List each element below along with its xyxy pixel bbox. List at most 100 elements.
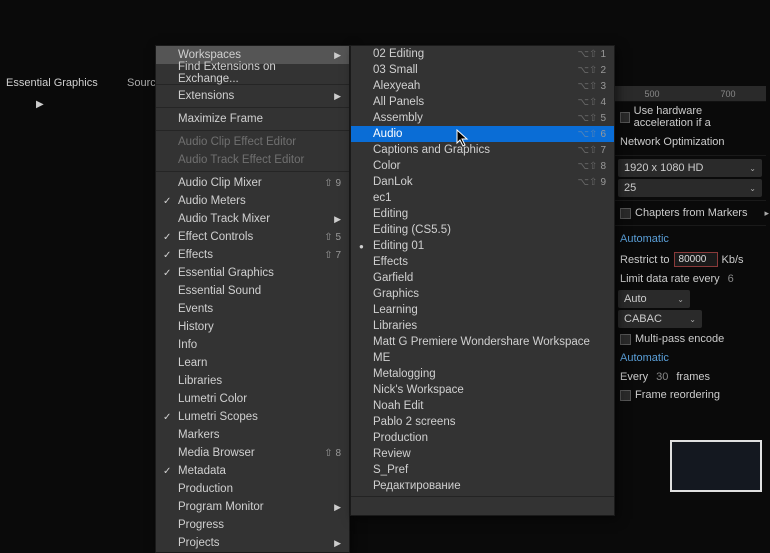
workspace-item[interactable]: Editing <box>351 206 614 222</box>
checkbox-icon[interactable] <box>620 112 630 123</box>
workspace-item[interactable]: Matt G Premiere Wondershare Workspace <box>351 334 614 350</box>
workspace-label: ec1 <box>373 192 392 204</box>
reorder-option[interactable]: Frame reordering <box>614 386 766 404</box>
menu-item-label: Find Extensions on Exchange... <box>178 61 339 85</box>
restrict-label: Restrict to <box>620 254 670 266</box>
menu-item[interactable]: ✓Essential Graphics <box>156 264 349 282</box>
bitrate-input[interactable]: 80000 <box>674 252 718 267</box>
workspace-item[interactable]: Graphics <box>351 286 614 302</box>
menu-item[interactable]: ✓Effects⇧ 7 <box>156 246 349 264</box>
cabac-dropdown[interactable]: CABAC⌄ <box>618 310 702 328</box>
auto-dropdown[interactable]: Auto⌄ <box>618 290 690 308</box>
chapters-option[interactable]: Chapters from Markers▸ <box>614 204 766 222</box>
workspace-item[interactable]: Garfield <box>351 270 614 286</box>
workspace-item[interactable]: Assembly⌥⇧5 <box>351 110 614 126</box>
workspace-item[interactable]: Review <box>351 446 614 462</box>
workspace-item[interactable]: Audio⌥⇧6 <box>351 126 614 142</box>
menu-item[interactable]: Audio Clip Mixer⇧ 9 <box>156 174 349 192</box>
menu-item[interactable]: ✓Effect Controls⇧ 5 <box>156 228 349 246</box>
workspace-item[interactable]: Alexyeah⌥⇧3 <box>351 78 614 94</box>
workspace-item[interactable]: Libraries <box>351 318 614 334</box>
workspace-label: 03 Small <box>373 64 418 76</box>
menu-item[interactable]: Essential Sound <box>156 282 349 300</box>
workspace-item[interactable]: Captions and Graphics⌥⇧7 <box>351 142 614 158</box>
workspace-item[interactable]: Production <box>351 430 614 446</box>
menu-item[interactable]: Markers <box>156 426 349 444</box>
workspace-item[interactable]: ME <box>351 350 614 366</box>
menu-item[interactable]: Events <box>156 300 349 318</box>
menu-item-label: Lumetri Color <box>178 393 247 405</box>
menu-item[interactable]: Learn <box>156 354 349 372</box>
resolution-dropdown[interactable]: 1920 x 1080 HD⌄ <box>618 159 762 177</box>
shortcut-label: ⌥⇧3 <box>578 81 606 92</box>
every-value[interactable]: 30 <box>652 371 672 383</box>
check-icon: ✓ <box>163 232 171 243</box>
menu-item-label: Effect Controls <box>178 231 253 243</box>
menu-item[interactable]: Projects▶ <box>156 534 349 552</box>
timeline-ruler[interactable]: 500 700 <box>614 86 766 102</box>
workspace-item[interactable]: S_Pref <box>351 462 614 478</box>
menu-item-label: Info <box>178 339 197 351</box>
preview-thumbnail[interactable] <box>670 440 762 492</box>
limit-value[interactable]: 6 <box>724 273 738 285</box>
menu-item[interactable]: Audio Track Mixer▶ <box>156 210 349 228</box>
menu-item[interactable]: ✓Lumetri Scopes <box>156 408 349 426</box>
menu-item-label: Audio Clip Mixer <box>178 177 262 189</box>
checkbox-icon[interactable] <box>620 334 631 345</box>
workspace-item[interactable]: Editing (CS5.5) <box>351 222 614 238</box>
workspace-item[interactable]: DanLok⌥⇧9 <box>351 174 614 190</box>
menu-item[interactable]: ✓Audio Meters <box>156 192 349 210</box>
checkbox-icon[interactable] <box>620 208 631 219</box>
menu-item-label: History <box>178 321 214 333</box>
workspace-item[interactable]: Learning <box>351 302 614 318</box>
reorder-label: Frame reordering <box>635 389 720 401</box>
workspace-item[interactable]: Nick's Workspace <box>351 382 614 398</box>
menu-item[interactable]: Find Extensions on Exchange... <box>156 64 349 82</box>
workspace-item[interactable]: ec1 <box>351 190 614 206</box>
shortcut-label: ⌥⇧2 <box>578 65 606 76</box>
title-bar <box>0 0 770 45</box>
checkbox-icon[interactable] <box>620 390 631 401</box>
automatic-link[interactable]: Automatic <box>614 229 766 249</box>
menu-item[interactable]: Lumetri Color <box>156 390 349 408</box>
panel-tab-essential-graphics[interactable]: Essential Graphics <box>6 77 98 89</box>
workspace-item[interactable]: Metalogging <box>351 366 614 382</box>
automatic-link-2[interactable]: Automatic <box>614 348 766 368</box>
ruler-mark: 500 <box>644 89 659 99</box>
workspace-item[interactable]: Color ⌥⇧8 <box>351 158 614 174</box>
shortcut-label: ⌥⇧1 <box>578 49 606 60</box>
menu-item[interactable]: History <box>156 318 349 336</box>
menu-item[interactable]: Program Monitor▶ <box>156 498 349 516</box>
workspace-label: Color <box>373 160 400 172</box>
menu-item[interactable]: ✓Metadata <box>156 462 349 480</box>
menu-item[interactable]: Media Browser⇧ 8 <box>156 444 349 462</box>
workspace-item[interactable]: 03 Small ⌥⇧2 <box>351 62 614 78</box>
fps-dropdown[interactable]: 25⌄ <box>618 179 762 197</box>
workspace-item[interactable]: Pablo 2 screens <box>351 414 614 430</box>
workspace-item[interactable]: Effects <box>351 254 614 270</box>
multipass-option[interactable]: Multi-pass encode <box>614 330 766 348</box>
menu-item-label: Extensions <box>178 90 234 102</box>
menu-item[interactable]: Libraries <box>156 372 349 390</box>
workspace-item[interactable] <box>351 499 614 515</box>
chevron-down-icon: ⌄ <box>677 295 684 304</box>
menu-item[interactable]: Production <box>156 480 349 498</box>
disclosure-triangle-icon[interactable]: ▶ <box>36 99 44 110</box>
settings-panel: 500 700 Use hardware acceleration if a N… <box>614 86 766 404</box>
workspace-label: Editing (CS5.5) <box>373 224 451 236</box>
menu-item-label: Audio Track Effect Editor <box>178 154 304 166</box>
menu-item[interactable]: Progress <box>156 516 349 534</box>
workspace-item[interactable]: Noah Edit <box>351 398 614 414</box>
menu-item[interactable]: Maximize Frame <box>156 110 349 128</box>
workspace-item[interactable]: 02 Editing⌥⇧1 <box>351 46 614 62</box>
workspace-item[interactable]: Редактирование <box>351 478 614 494</box>
hw-accel-option[interactable]: Use hardware acceleration if a <box>614 102 766 132</box>
shortcut-label: ⌥⇧8 <box>578 161 606 172</box>
workspace-item[interactable]: All Panels⌥⇧4 <box>351 94 614 110</box>
menu-item-label: Program Monitor <box>178 501 264 513</box>
menu-item-label: Progress <box>178 519 224 531</box>
menu-item[interactable]: Extensions▶ <box>156 87 349 105</box>
workspace-item[interactable]: ●Editing 01 <box>351 238 614 254</box>
workspace-label: Редактирование <box>373 480 461 492</box>
menu-item[interactable]: Info <box>156 336 349 354</box>
